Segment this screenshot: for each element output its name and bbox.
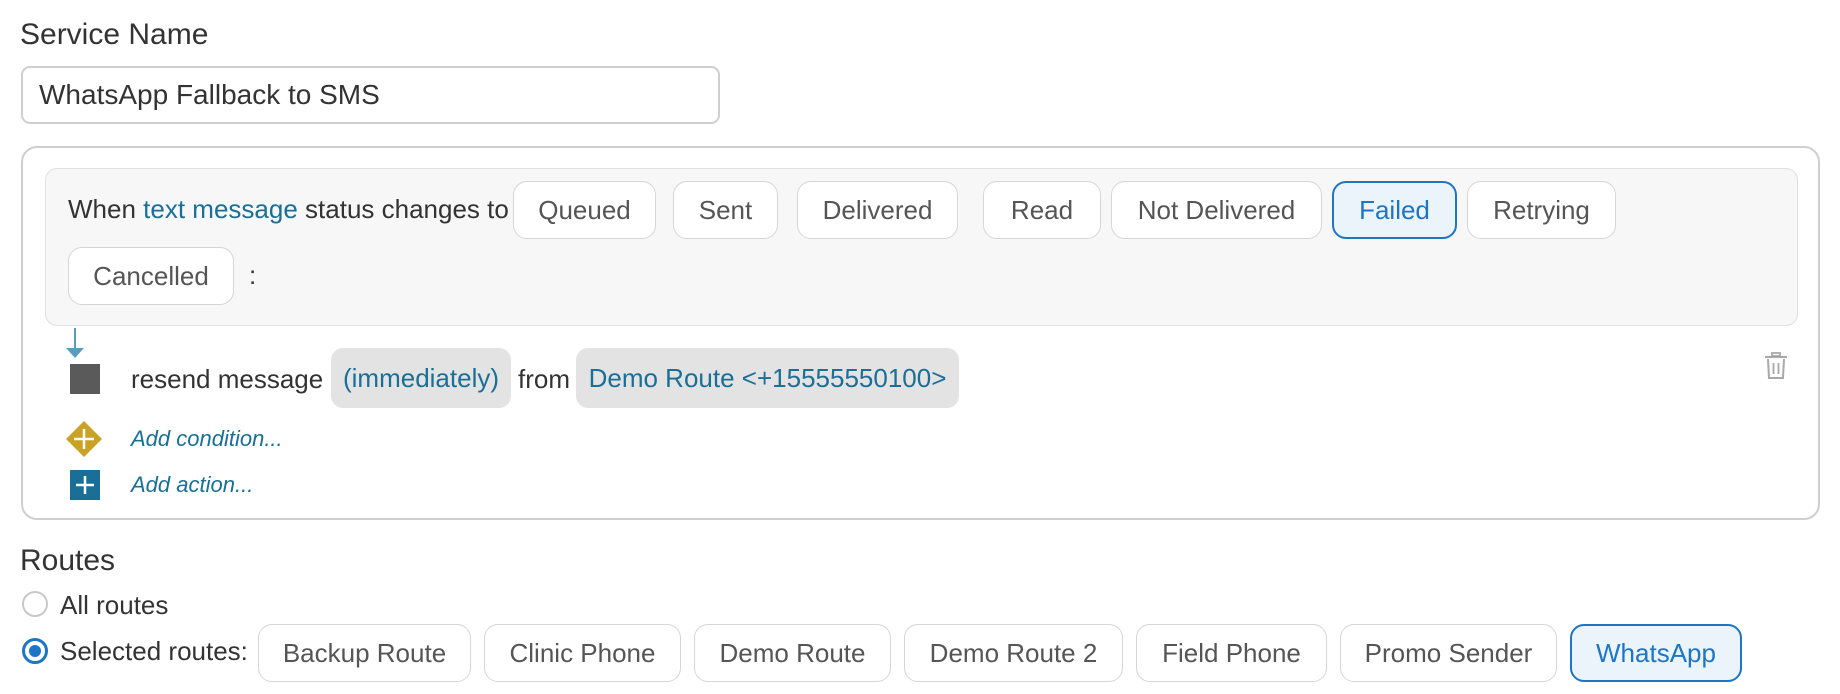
square-block-icon [70,364,100,394]
diamond-plus-icon[interactable] [65,420,103,458]
status-chip-queued[interactable]: Queued [513,181,656,239]
service-name-input[interactable] [21,66,720,124]
route-pill[interactable]: Demo Route <+15555550100> [576,348,959,408]
selected-routes-radio[interactable] [22,638,48,664]
status-chip-failed[interactable]: Failed [1332,181,1457,239]
all-routes-label: All routes [60,590,169,620]
timing-pill[interactable]: (immediately) [331,348,511,408]
trigger-colon: : [249,260,257,290]
trigger-middle: status changes to [305,194,509,224]
action-from-text: from [518,364,570,394]
trigger-box: When text message status changes to Queu… [45,168,1798,326]
route-chip-demo-route[interactable]: Demo Route [694,624,891,682]
route-chip-clinic-phone[interactable]: Clinic Phone [484,624,681,682]
trash-icon[interactable] [1764,352,1788,380]
trigger-sentence: When text message status changes to [68,194,509,224]
add-condition-link[interactable]: Add condition... [131,426,283,452]
routes-title: Routes [20,544,116,577]
status-chip-not-delivered[interactable]: Not Delivered [1111,181,1322,239]
status-chip-sent[interactable]: Sent [673,181,778,239]
trigger-prefix: When [68,194,136,224]
service-name-label: Service Name [20,18,209,51]
selected-routes-label: Selected routes: [60,636,248,666]
route-chip-backup-route[interactable]: Backup Route [258,624,471,682]
route-chip-whatsapp[interactable]: WhatsApp [1570,624,1742,682]
message-type-link[interactable]: text message [143,194,298,224]
square-plus-icon[interactable] [70,470,100,500]
status-chip-retrying[interactable]: Retrying [1467,181,1616,239]
flow-arrow-icon [66,328,84,358]
route-chip-demo-route-2[interactable]: Demo Route 2 [904,624,1123,682]
route-chip-field-phone[interactable]: Field Phone [1136,624,1327,682]
status-chip-read[interactable]: Read [983,181,1101,239]
status-chip-delivered[interactable]: Delivered [797,181,958,239]
rule-panel: When text message status changes to Queu… [21,146,1820,520]
add-action-link[interactable]: Add action... [131,472,253,498]
route-chip-promo-sender[interactable]: Promo Sender [1340,624,1557,682]
status-chip-cancelled[interactable]: Cancelled [68,247,234,305]
action-text: resend message [131,364,324,394]
all-routes-radio[interactable] [22,591,48,617]
